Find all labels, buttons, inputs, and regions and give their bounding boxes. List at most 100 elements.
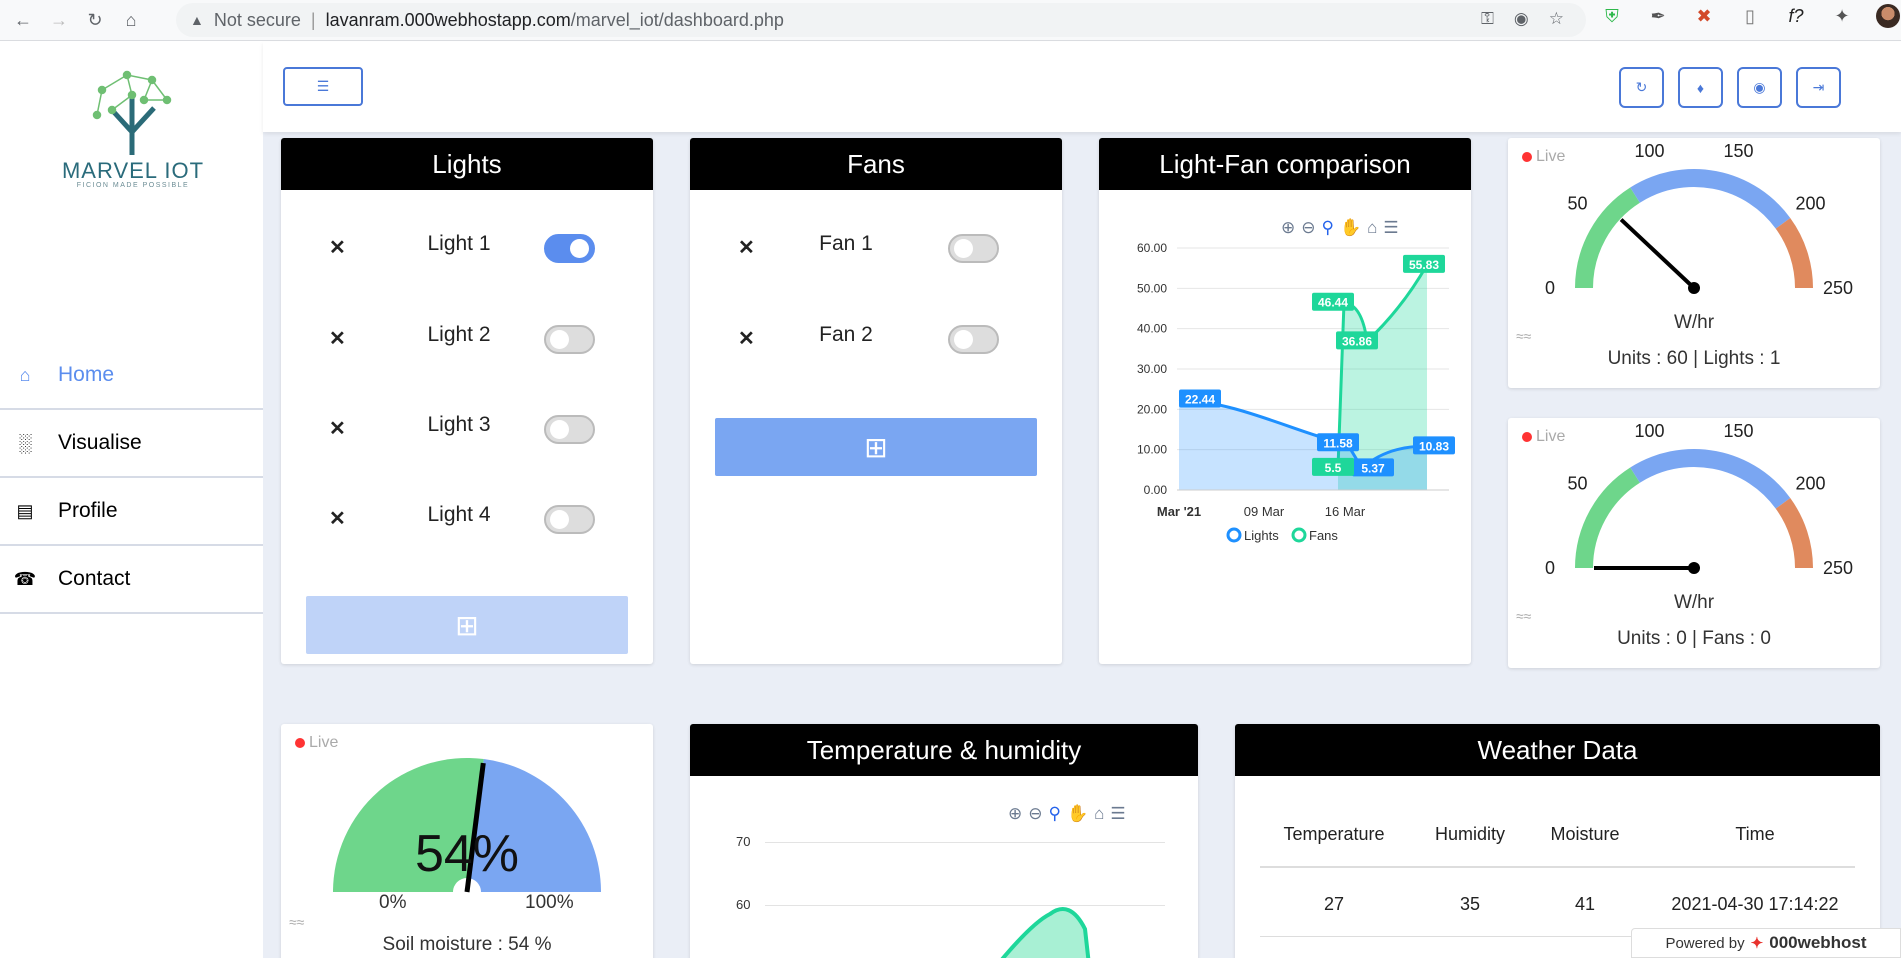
font-extension-icon[interactable]: f?: [1784, 4, 1808, 28]
gauge-band: [1630, 169, 1791, 229]
lights-data-label: 11.58: [1323, 436, 1353, 450]
logout-button[interactable]: ⇥: [1796, 67, 1841, 108]
fans-data-label: 5.5: [1325, 461, 1342, 475]
reset-home-icon[interactable]: ⌂: [1367, 218, 1377, 238]
light-row: ✕: [329, 235, 346, 260]
soil-moisture-card: Live 54% 0% 100% ≈≈ Soil moisture : 54 %: [281, 724, 653, 958]
table-divider: [1260, 866, 1855, 868]
sidebar-menu: ⌂ Home ░ Visualise ▤ Profile ☎ Contact: [0, 342, 263, 614]
x-tick-label: 16 Mar: [1325, 504, 1366, 519]
sidebar-item-contact[interactable]: ☎ Contact: [0, 546, 263, 614]
gauge-band: [1575, 187, 1641, 289]
search-icon[interactable]: ⚲: [1322, 218, 1334, 238]
gauge-tick-label: 100: [1634, 141, 1664, 161]
security-label: Not secure: [213, 9, 301, 30]
fan-label: Fan 2: [819, 323, 873, 346]
fans-data-label: 46.44: [1318, 296, 1348, 310]
user-icon: ◉: [1753, 79, 1766, 95]
close-icon[interactable]: ✕: [329, 506, 346, 531]
table-header: Time: [1735, 824, 1775, 844]
soil-min-label: 0%: [379, 892, 407, 913]
powered-by-brand: 000webhost: [1769, 933, 1867, 952]
tree-logo-icon: [72, 60, 192, 165]
y-tick-label: 20.00: [1137, 402, 1167, 416]
light-3-toggle[interactable]: [544, 415, 595, 444]
fan-label: Fan 1: [819, 232, 873, 255]
picker-extension-icon[interactable]: ✒: [1646, 4, 1670, 28]
close-icon[interactable]: ✕: [329, 326, 346, 351]
fan-2-toggle[interactable]: [948, 325, 999, 354]
phone-extension-icon[interactable]: ▯: [1738, 4, 1762, 28]
sparkline-icon: ≈≈: [289, 914, 305, 930]
home-browser-icon[interactable]: ⌂: [118, 7, 144, 33]
user-button[interactable]: ◉: [1737, 67, 1782, 108]
add-light-button[interactable]: ⊞: [306, 596, 628, 654]
refresh-icon: ↻: [1635, 79, 1648, 95]
sidebar: MARVEL IOT FICION MADE POSSIBLE ⌂ Home ░…: [0, 42, 263, 958]
add-fan-button[interactable]: ⊞: [715, 418, 1037, 476]
table-cell: 2021-04-30 17:14:22: [1671, 894, 1839, 914]
id-card-icon: ▤: [16, 500, 34, 521]
zoom-in-icon[interactable]: ⊕: [1281, 218, 1295, 238]
plus-square-icon: ⊞: [455, 609, 479, 641]
pan-hand-icon[interactable]: ✋: [1340, 218, 1361, 238]
gauge-hub: [1688, 282, 1700, 294]
weather-card: Weather Data Temperature Humidity Moistu…: [1235, 724, 1880, 958]
close-icon[interactable]: ✕: [738, 235, 755, 260]
forward-icon[interactable]: →: [46, 7, 72, 33]
extensions-bar: ⛨ ✒ ✖ ▯ f? ✦ ⋮: [1600, 4, 1901, 28]
y-tick-label: 50.00: [1137, 281, 1167, 295]
legend-label: Fans: [1309, 528, 1338, 543]
gauge-tick-label: 200: [1795, 193, 1825, 213]
gauge-tick-label: 150: [1723, 141, 1753, 161]
back-icon[interactable]: ←: [10, 7, 36, 33]
light-label: Light 4: [427, 503, 491, 526]
reload-icon[interactable]: ↻: [82, 7, 108, 33]
address-bar[interactable]: ▲ Not secure | lavanram.000webhostapp.co…: [176, 3, 1586, 37]
fans-card: Fans ✕ Fan 1 ✕ Fan 2 ⊞: [690, 138, 1062, 664]
table-cell: 41: [1574, 894, 1596, 914]
star-icon[interactable]: ☆: [1549, 9, 1564, 29]
lights-gauge: 0 50 100 150 200 250: [1545, 141, 1853, 298]
light-2-toggle[interactable]: [544, 325, 595, 354]
eye-off-icon[interactable]: ◉: [1514, 9, 1529, 29]
gauge-tick-label: 0: [1545, 278, 1555, 298]
gauge-tick-label: 50: [1567, 193, 1587, 213]
sidebar-toggle-button[interactable]: ☰: [283, 67, 363, 106]
light-4-toggle[interactable]: [544, 505, 595, 534]
address-separator: |: [310, 9, 316, 30]
humidity-curve: [1000, 907, 1091, 958]
align-left-icon: ☰: [316, 78, 330, 94]
chart-menu-icon[interactable]: ☰: [1383, 218, 1398, 238]
fan-1-toggle[interactable]: [948, 234, 999, 263]
sidebar-item-home[interactable]: ⌂ Home: [0, 342, 263, 410]
gauge-unit: W/hr: [1673, 312, 1715, 333]
powered-by-badge[interactable]: Powered by ✦ 000webhost: [1631, 928, 1901, 958]
key-icon[interactable]: ⚿: [1481, 9, 1494, 29]
gauge-band: [1775, 218, 1813, 289]
legend-marker: [1226, 527, 1242, 543]
profile-avatar[interactable]: [1876, 4, 1900, 28]
close-icon[interactable]: ✕: [329, 235, 346, 260]
gauge-tick-label: 200: [1795, 473, 1825, 493]
sidebar-item-profile[interactable]: ▤ Profile: [0, 478, 263, 546]
notifications-button[interactable]: ♦: [1678, 67, 1723, 108]
refresh-button[interactable]: ↻: [1619, 67, 1664, 108]
puzzle-icon[interactable]: ✦: [1830, 4, 1854, 28]
cross-extension-icon[interactable]: ✖: [1692, 4, 1716, 28]
lights-card-title: Lights: [281, 138, 653, 190]
light-row: ✕: [329, 326, 346, 351]
fans-card-title: Fans: [690, 138, 1062, 190]
light-1-toggle[interactable]: [544, 234, 595, 263]
shield-extension-icon[interactable]: ⛨: [1600, 4, 1624, 28]
close-icon[interactable]: ✕: [329, 416, 346, 441]
legend-marker: [1291, 527, 1307, 543]
table-cell: 27: [1323, 894, 1345, 914]
zoom-out-icon[interactable]: ⊖: [1301, 218, 1315, 238]
close-icon[interactable]: ✕: [738, 326, 755, 351]
temp-humidity-card: Temperature & humidity ⊕ ⊖ ⚲ ✋ ⌂ ☰ 70 60: [690, 724, 1198, 958]
url-path: /marvel_iot/dashboard.php: [570, 9, 784, 30]
sidebar-item-label: Home: [58, 363, 115, 386]
table-cell: 35: [1459, 894, 1481, 914]
sidebar-item-visualise[interactable]: ░ Visualise: [0, 410, 263, 478]
